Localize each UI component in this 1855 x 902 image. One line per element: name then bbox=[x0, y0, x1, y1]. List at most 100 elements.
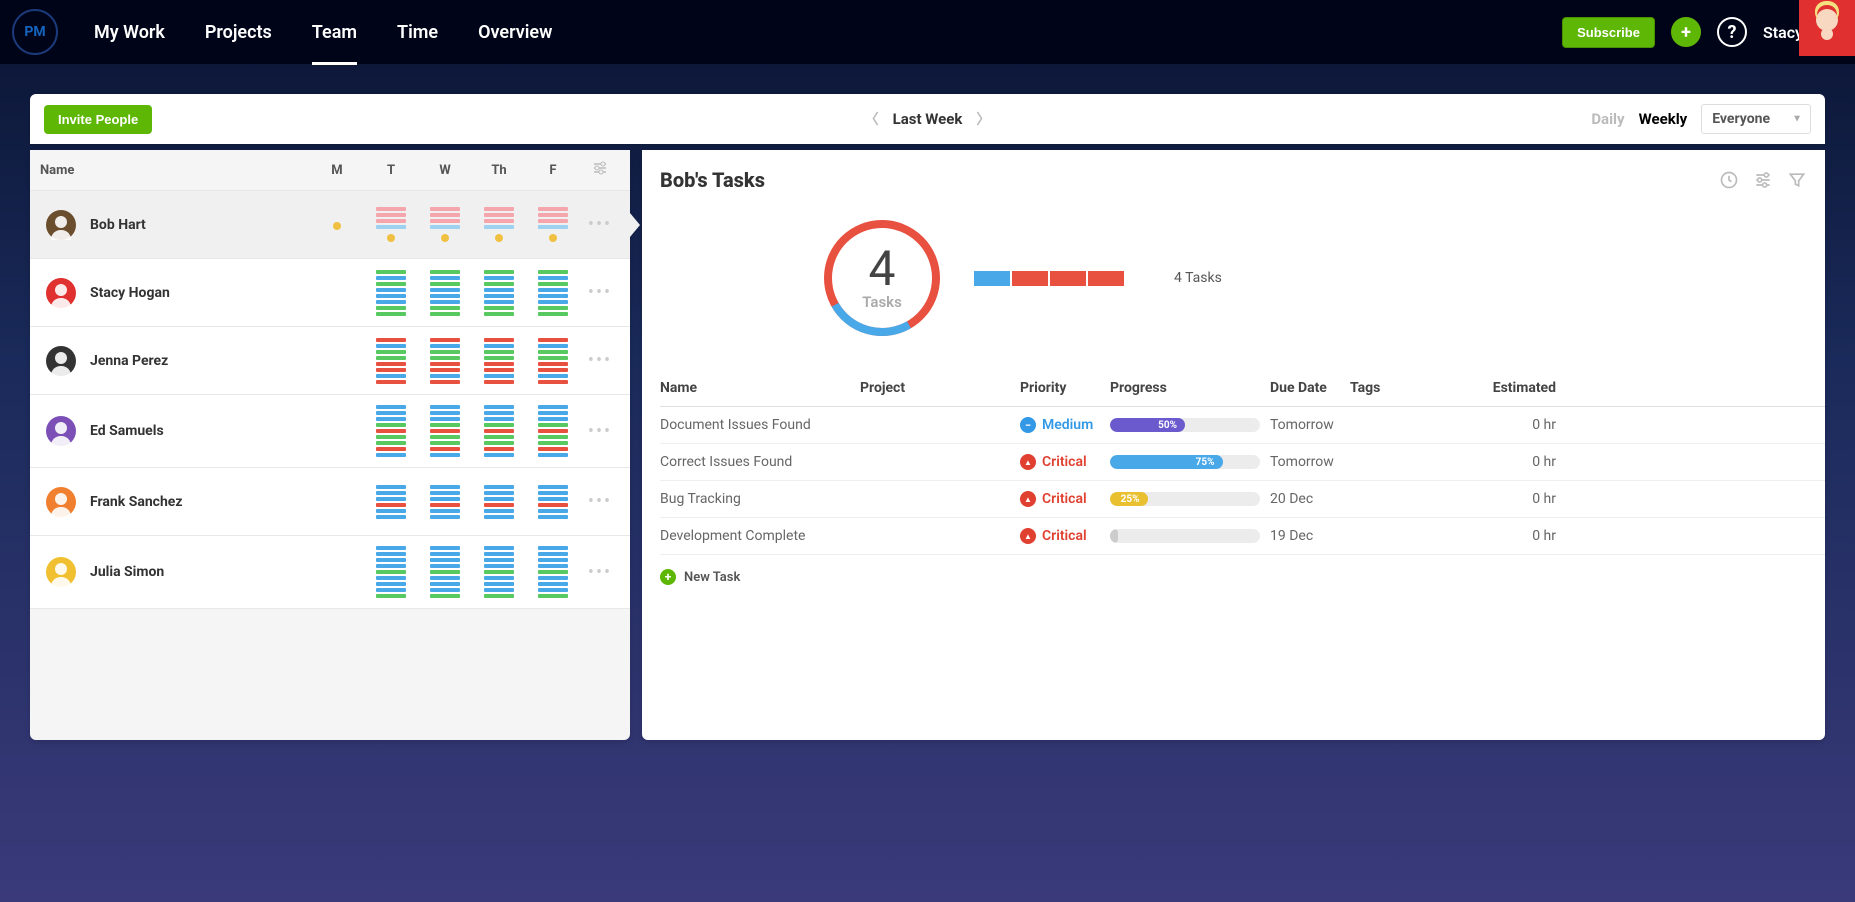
clock-icon[interactable] bbox=[1719, 170, 1739, 190]
col-task-tags: Tags bbox=[1350, 380, 1490, 396]
detail-title: Bob's Tasks bbox=[660, 168, 765, 192]
task-name: Document Issues Found bbox=[660, 417, 860, 433]
task-est: 0 hr bbox=[1490, 491, 1570, 507]
priority-segment bbox=[1088, 271, 1124, 286]
donut-number: 4 bbox=[869, 245, 896, 293]
day-cell bbox=[526, 338, 580, 384]
day-cell bbox=[526, 485, 580, 519]
day-cell bbox=[526, 546, 580, 598]
col-name: Name bbox=[40, 163, 310, 178]
day-cell bbox=[526, 207, 580, 242]
user-avatar[interactable] bbox=[1799, 0, 1855, 56]
week-navigator: 〈 Last Week 〉 bbox=[865, 109, 991, 129]
add-button[interactable]: + bbox=[1671, 17, 1701, 47]
row-menu-icon[interactable]: ••• bbox=[580, 350, 620, 371]
person-name: Bob Hart bbox=[90, 217, 146, 233]
person-name: Frank Sanchez bbox=[90, 494, 182, 510]
day-cell bbox=[418, 405, 472, 457]
day-cell bbox=[418, 207, 472, 242]
user-name: Stacy bbox=[1763, 23, 1803, 42]
filter-icon[interactable] bbox=[1787, 170, 1807, 190]
avatar bbox=[46, 557, 76, 587]
new-task-button[interactable]: + New Task bbox=[660, 555, 1825, 599]
nav-tab-time[interactable]: Time bbox=[397, 2, 438, 63]
prev-week-button[interactable]: 〈 bbox=[865, 109, 879, 129]
week-label: Last Week bbox=[893, 110, 963, 128]
col-day-w: W bbox=[418, 163, 472, 178]
task-row[interactable]: Development Complete▲Critical19 Dec0 hr bbox=[660, 518, 1825, 555]
next-week-button[interactable]: 〉 bbox=[976, 109, 990, 129]
nav-tab-team[interactable]: Team bbox=[312, 2, 357, 63]
invite-button[interactable]: Invite People bbox=[44, 105, 152, 134]
row-menu-icon[interactable]: ••• bbox=[580, 491, 620, 512]
day-cell bbox=[310, 219, 364, 230]
task-progress bbox=[1110, 529, 1270, 543]
day-cell bbox=[472, 546, 526, 598]
priority-segment bbox=[974, 271, 1010, 286]
day-cell bbox=[364, 546, 418, 598]
task-name: Correct Issues Found bbox=[660, 454, 860, 470]
person-row[interactable]: Bob Hart ••• bbox=[30, 191, 630, 259]
task-est: 0 hr bbox=[1490, 528, 1570, 544]
view-daily-tab[interactable]: Daily bbox=[1591, 110, 1624, 128]
task-row[interactable]: Document Issues Found−Medium50%Tomorrow0… bbox=[660, 407, 1825, 444]
col-day-th: Th bbox=[472, 163, 526, 178]
person-row[interactable]: Stacy Hogan••• bbox=[30, 259, 630, 327]
column-settings-icon[interactable] bbox=[580, 160, 620, 180]
person-row[interactable]: Jenna Perez••• bbox=[30, 327, 630, 395]
avatar bbox=[46, 278, 76, 308]
task-rows: Document Issues Found−Medium50%Tomorrow0… bbox=[660, 407, 1825, 555]
person-row[interactable]: Frank Sanchez ••• bbox=[30, 468, 630, 536]
task-due: 20 Dec bbox=[1270, 491, 1350, 507]
task-row[interactable]: Correct Issues Found▲Critical75%Tomorrow… bbox=[660, 444, 1825, 481]
priority-segment bbox=[1012, 271, 1048, 286]
panels: Name M T W Th F Bob Hart•••Stacy Hogan••… bbox=[30, 150, 1825, 740]
row-menu-icon[interactable]: ••• bbox=[580, 562, 620, 583]
task-priority: ▲Critical bbox=[1020, 528, 1110, 544]
dropdown-icon: ▼ bbox=[1792, 114, 1802, 125]
tasks-count-label: 4 Tasks bbox=[1174, 270, 1222, 286]
nav-tab-projects[interactable]: Projects bbox=[205, 2, 272, 63]
task-row[interactable]: Bug Tracking▲Critical25%20 Dec0 hr bbox=[660, 481, 1825, 518]
task-header-row: Name Project Priority Progress Due Date … bbox=[660, 370, 1825, 407]
tasks-donut: 4 Tasks bbox=[820, 216, 944, 340]
day-cell bbox=[526, 270, 580, 316]
person-row[interactable]: Julia Simon••• bbox=[30, 536, 630, 609]
plus-icon: + bbox=[660, 569, 676, 585]
day-cell bbox=[418, 270, 472, 316]
task-progress: 50% bbox=[1110, 418, 1270, 432]
day-cell bbox=[364, 405, 418, 457]
col-day-m: M bbox=[310, 163, 364, 178]
row-menu-icon[interactable]: ••• bbox=[580, 282, 620, 303]
flame-icon: ▲ bbox=[1020, 528, 1036, 544]
main-content: Invite People 〈 Last Week 〉 Daily Weekly… bbox=[0, 64, 1855, 760]
detail-tools bbox=[1719, 170, 1807, 190]
team-filter-select[interactable]: Everyone ▼ bbox=[1701, 104, 1811, 134]
people-list: Bob Hart•••Stacy Hogan•••Jenna Perez•••E… bbox=[30, 191, 630, 609]
task-due: Tomorrow bbox=[1270, 454, 1350, 470]
col-task-progress: Progress bbox=[1110, 380, 1270, 396]
col-task-name: Name bbox=[660, 380, 860, 396]
task-est: 0 hr bbox=[1490, 454, 1570, 470]
help-button[interactable]: ? bbox=[1717, 17, 1747, 47]
task-name: Bug Tracking bbox=[660, 491, 860, 507]
nav-right: Subscribe + ? Stacy bbox=[1562, 17, 1835, 48]
task-due: Tomorrow bbox=[1270, 417, 1350, 433]
view-weekly-tab[interactable]: Weekly bbox=[1639, 110, 1688, 128]
day-cell bbox=[472, 405, 526, 457]
task-table: Name Project Priority Progress Due Date … bbox=[660, 370, 1825, 555]
view-toggle: Daily Weekly Everyone ▼ bbox=[1591, 104, 1811, 134]
day-cell bbox=[472, 270, 526, 316]
subscribe-button[interactable]: Subscribe bbox=[1562, 17, 1655, 48]
app-logo[interactable]: PM bbox=[12, 9, 58, 55]
nav-tab-my-work[interactable]: My Work bbox=[94, 2, 165, 63]
team-header: Name M T W Th F bbox=[30, 150, 630, 191]
col-task-due: Due Date bbox=[1270, 380, 1350, 396]
sliders-icon[interactable] bbox=[1753, 170, 1773, 190]
col-task-project: Project bbox=[860, 380, 1020, 396]
row-menu-icon[interactable]: ••• bbox=[580, 421, 620, 442]
row-menu-icon[interactable]: ••• bbox=[580, 214, 620, 235]
nav-tab-overview[interactable]: Overview bbox=[478, 2, 552, 63]
nav-tabs: My Work Projects Team Time Overview bbox=[94, 2, 552, 63]
person-row[interactable]: Ed Samuels••• bbox=[30, 395, 630, 468]
